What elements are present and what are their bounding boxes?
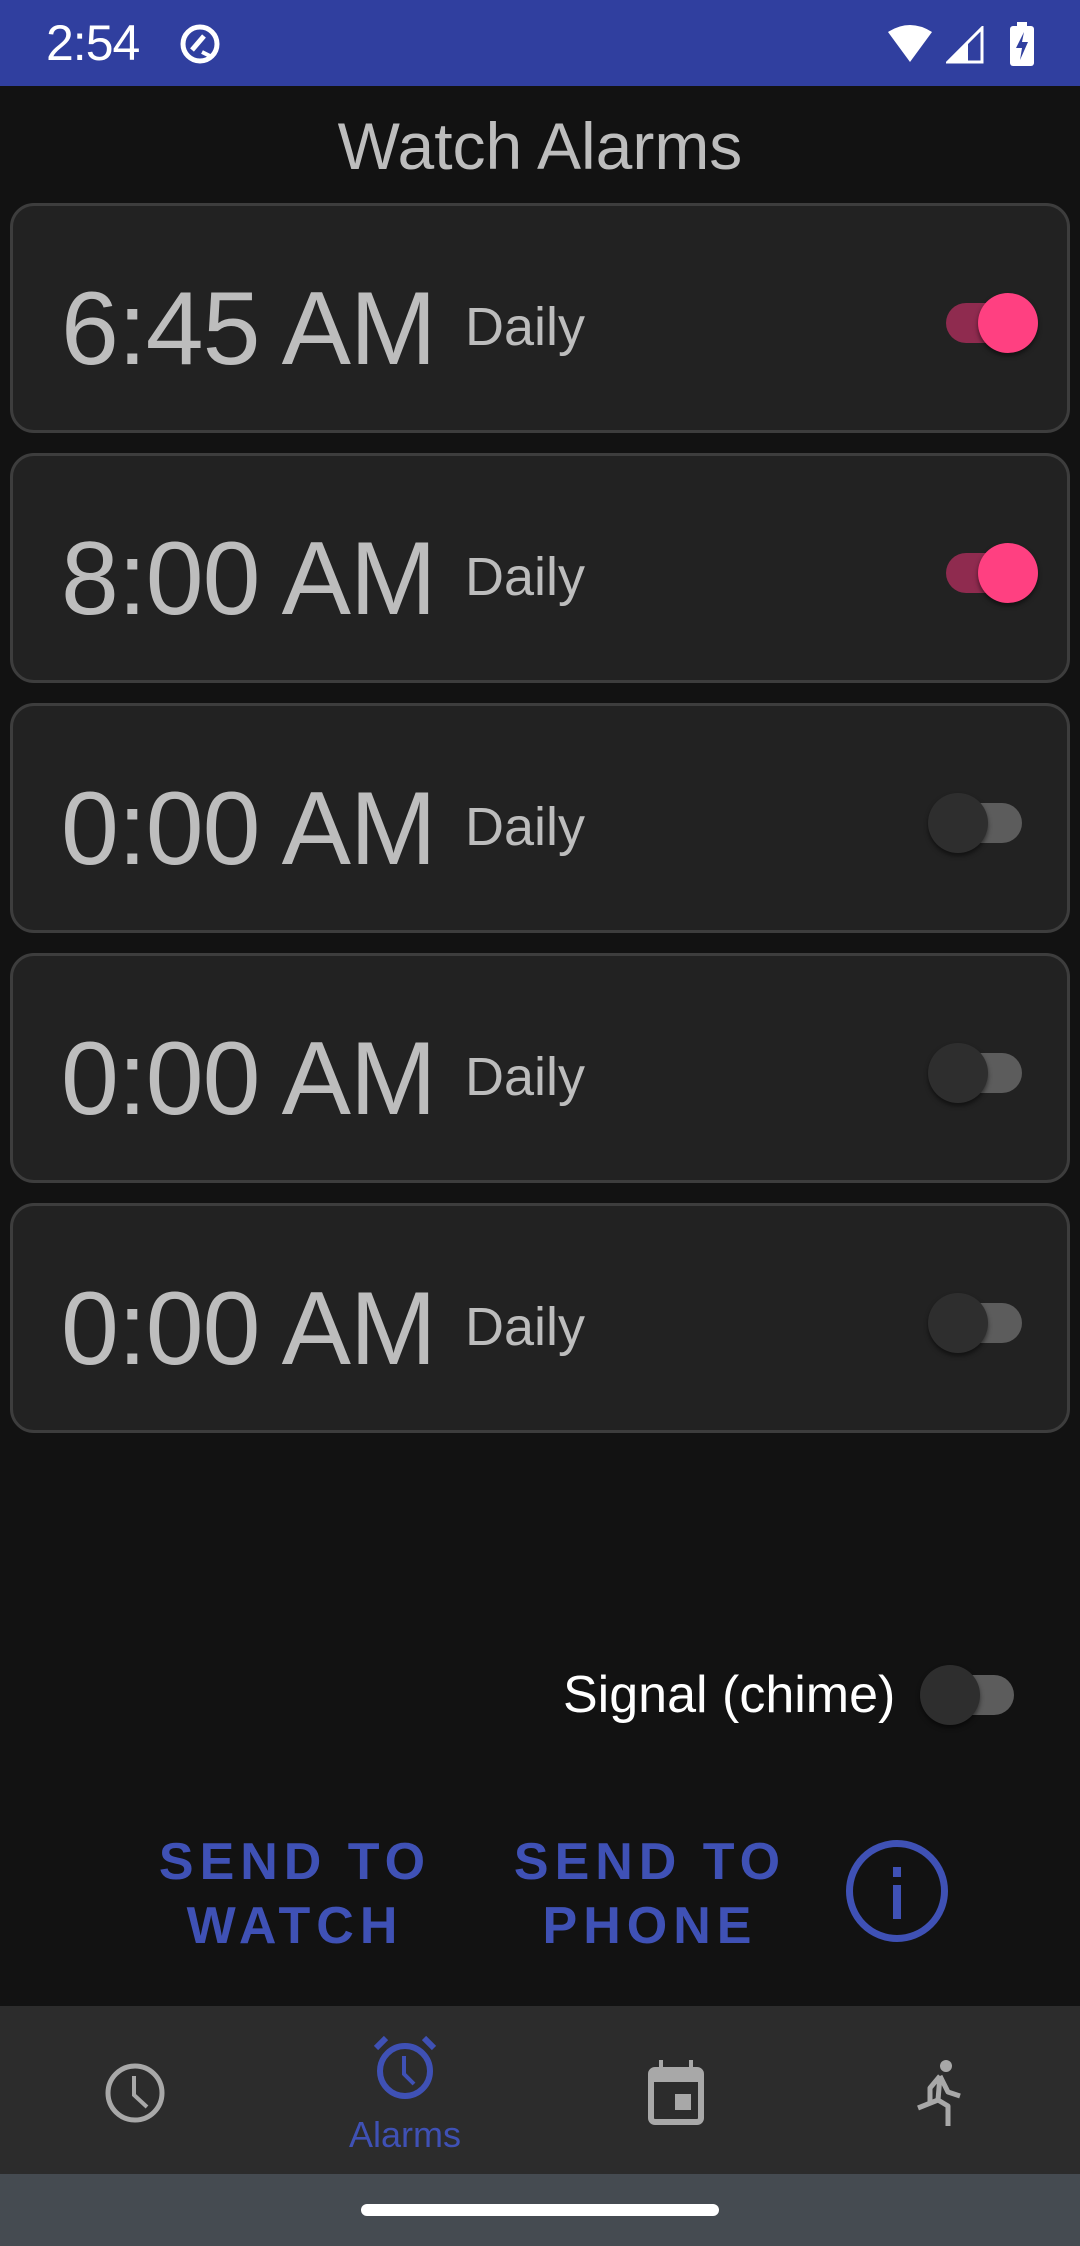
info-dot (893, 1867, 901, 1877)
alarm-time[interactable]: 0:00 AM (61, 770, 437, 889)
toggle-knob (928, 1293, 988, 1353)
alarm-toggle[interactable] (928, 786, 1038, 856)
button-label-line1: SEND TO (513, 1833, 787, 1891)
alarm-repeat[interactable]: Daily (465, 1296, 585, 1358)
page-title: Watch Alarms (337, 109, 743, 183)
data-saver-icon (178, 22, 222, 71)
alarm-time[interactable]: 0:00 AM (61, 1020, 437, 1139)
alarm-toggle[interactable] (928, 1286, 1038, 1356)
alarm-time[interactable]: 8:00 AM (61, 520, 437, 639)
button-label-line2: WATCH (186, 1897, 404, 1955)
status-bar: 2:54 (0, 0, 1080, 86)
wifi-icon (886, 24, 934, 69)
send-to-phone-button[interactable]: SEND TO PHONE (500, 1830, 800, 1958)
info-bar (893, 1885, 901, 1919)
toggle-knob (928, 793, 988, 853)
signal-label: Signal (chime) (563, 1666, 896, 1724)
toggle-knob (920, 1665, 980, 1725)
home-gesture-handle[interactable] (361, 2204, 719, 2216)
alarm-card[interactable]: 8:00 AM Daily (10, 453, 1070, 683)
alarm-repeat[interactable]: Daily (465, 1046, 585, 1108)
nav-item-alarms[interactable]: Alarms (270, 2006, 540, 2174)
send-to-watch-button[interactable]: SEND TO WATCH (145, 1830, 445, 1958)
button-label-line1: SEND TO (158, 1833, 432, 1891)
bottom-navigation: Alarms (0, 2006, 1080, 2174)
alarm-card[interactable]: 0:00 AM Daily (10, 1203, 1070, 1433)
alarm-card[interactable]: 6:45 AM Daily (10, 203, 1070, 433)
nav-item-calendar[interactable] (540, 2006, 810, 2174)
alarm-card[interactable]: 0:00 AM Daily (10, 953, 1070, 1183)
cell-signal-icon (944, 24, 984, 69)
alarm-repeat[interactable]: Daily (465, 796, 585, 858)
nav-item-activity[interactable] (810, 2006, 1080, 2174)
alarm-icon (373, 2035, 437, 2099)
alarm-time[interactable]: 6:45 AM (61, 270, 437, 389)
alarm-repeat[interactable]: Daily (465, 296, 585, 358)
calendar-icon (648, 2060, 704, 2125)
toggle-knob (978, 293, 1038, 353)
alarm-toggle[interactable] (928, 1036, 1038, 1106)
nav-item-clock[interactable] (0, 2006, 270, 2174)
running-icon (917, 2060, 961, 2126)
battery-charging-icon (1010, 22, 1034, 71)
button-label-line2: PHONE (542, 1897, 758, 1955)
clock-icon (105, 2063, 165, 2123)
alarm-toggle[interactable] (928, 536, 1038, 606)
alarm-repeat[interactable]: Daily (465, 546, 585, 608)
alarm-toggle[interactable] (928, 286, 1038, 356)
system-navigation-bar (0, 2174, 1080, 2246)
toggle-knob (978, 543, 1038, 603)
signal-toggle[interactable] (920, 1658, 1030, 1728)
toggle-knob (928, 1043, 988, 1103)
info-icon[interactable] (846, 1840, 948, 1942)
status-time: 2:54 (46, 15, 140, 71)
alarm-time[interactable]: 0:00 AM (61, 1270, 437, 1389)
alarm-card[interactable]: 0:00 AM Daily (10, 703, 1070, 933)
nav-label-alarms: Alarms (348, 2114, 461, 2155)
